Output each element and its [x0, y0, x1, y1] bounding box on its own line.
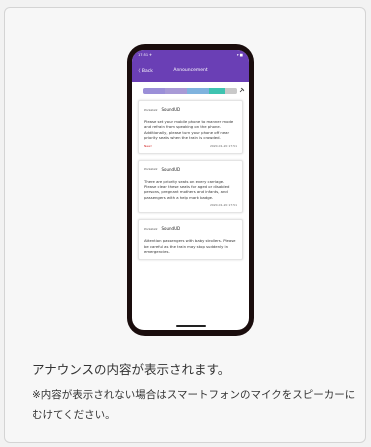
status-time: 17:51 ✈ — [138, 53, 153, 57]
pocketalk-logo: Pocketalk — [144, 167, 158, 172]
instruction-card: 17:51 ✈ ▾ ■ Announcement 〈 Back Pocketal… — [4, 7, 366, 443]
message-source: SoundUD — [161, 226, 181, 232]
announcement-message: Pocketalk SoundUD Please set your mobile… — [138, 100, 243, 154]
level-segment — [209, 88, 225, 94]
level-segment — [143, 88, 165, 94]
announcement-message: Pocketalk SoundUD Attention passengers w… — [138, 219, 243, 261]
message-source: SoundUD — [161, 166, 181, 172]
phone-screen: 17:51 ✈ ▾ ■ Announcement 〈 Back Pocketal… — [132, 50, 249, 330]
message-footer: 2020-01-20 17:51 — [144, 203, 237, 207]
caption-main: アナウンスの内容が表示されます。 — [32, 362, 231, 377]
level-segment — [187, 88, 209, 94]
pin-icon[interactable] — [239, 87, 245, 93]
message-header: Pocketalk SoundUD — [144, 107, 237, 112]
caption-note: ※内容が表示されない場合はスマートフォンのマイクをスピーカーにむけてください。 — [32, 389, 356, 421]
pocketalk-logo: Pocketalk — [144, 226, 158, 231]
announcement-feed[interactable]: Pocketalk SoundUD Please set your mobile… — [138, 100, 243, 266]
message-header: Pocketalk SoundUD — [144, 167, 237, 172]
caption: アナウンスの内容が表示されます。 ※内容が表示されない場合はスマートフォンのマイ… — [32, 360, 362, 425]
message-source: SoundUD — [161, 107, 181, 112]
level-segment — [225, 88, 237, 94]
phone-illustration: 17:51 ✈ ▾ ■ Announcement 〈 Back Pocketal… — [127, 44, 254, 336]
message-text: Please set your mobile phone to manner m… — [144, 119, 234, 141]
message-text: There are priority seats on every carria… — [144, 178, 230, 200]
app-header: 17:51 ✈ ▾ ■ Announcement 〈 Back — [132, 50, 249, 82]
message-footer: New! 2020-01-20 17:51 — [144, 144, 237, 148]
home-indicator — [176, 325, 206, 327]
message-time: 2020-01-20 17:51 — [209, 143, 237, 148]
status-indicators: ▾ ■ — [236, 53, 243, 57]
level-segment — [165, 88, 187, 94]
back-button[interactable]: 〈 Back — [136, 68, 153, 74]
new-badge: New! — [144, 143, 152, 148]
message-header: Pocketalk SoundUD — [144, 226, 237, 231]
message-text: Attention passengers with baby strollers… — [144, 238, 236, 255]
message-time: 2020-01-20 17:51 — [209, 203, 237, 208]
nav-bar: Announcement 〈 Back — [132, 68, 249, 78]
status-bar: 17:51 ✈ ▾ ■ — [138, 53, 243, 57]
announcement-message: Pocketalk SoundUD There are priority sea… — [138, 159, 243, 214]
audio-level-bar — [143, 88, 237, 94]
pocketalk-logo: Pocketalk — [144, 107, 158, 112]
